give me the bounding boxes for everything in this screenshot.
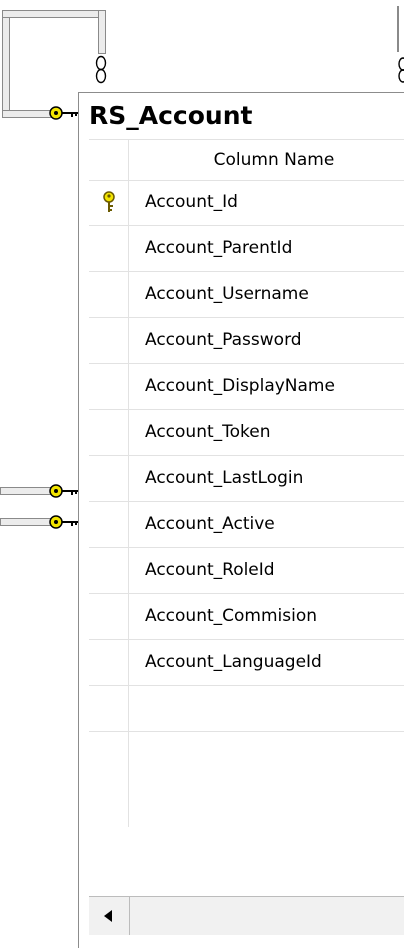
connector-segment [0, 518, 52, 526]
column-name-cell[interactable]: Account_Active [145, 502, 275, 547]
column-name-cell[interactable]: Account_DisplayName [145, 364, 335, 409]
column-name-cell[interactable]: Account_LastLogin [145, 456, 303, 501]
table-row[interactable]: Account_ParentId [89, 226, 404, 272]
table-row[interactable]: Account_DisplayName [89, 364, 404, 410]
row-selector[interactable] [89, 548, 129, 593]
connector-segment [0, 487, 52, 495]
connector-segment [2, 110, 52, 118]
row-selector[interactable] [89, 364, 129, 409]
column-name-header[interactable]: Column Name [129, 140, 404, 180]
scroll-left-button[interactable] [89, 897, 130, 935]
table-row[interactable]: Account_RoleId [89, 548, 404, 594]
table-row[interactable]: Account_Active [89, 502, 404, 548]
row-selector[interactable] [89, 640, 129, 685]
row-selector[interactable] [89, 272, 129, 317]
column-name-cell[interactable]: Account_Password [145, 318, 302, 363]
horizontal-scrollbar[interactable] [89, 896, 404, 935]
column-header-row: Column Name [89, 139, 404, 181]
table-row[interactable]: Account_Id [89, 180, 404, 226]
row-selector[interactable] [89, 502, 129, 547]
table-row[interactable]: Account_Commision [89, 594, 404, 640]
column-list: Account_Id Account_ParentId Account_User… [89, 180, 404, 732]
table-row-empty[interactable] [89, 686, 404, 732]
row-selector[interactable] [89, 180, 129, 225]
table-row[interactable]: Account_Username [89, 272, 404, 318]
column-name-cell[interactable]: Account_Commision [145, 594, 317, 639]
arrow-left-icon [104, 910, 112, 922]
table-designer-rs-account[interactable]: RS_Account Column Name Account_Id Accoun… [78, 92, 404, 948]
row-selector[interactable] [89, 410, 129, 455]
table-row[interactable]: Account_LanguageId [89, 640, 404, 686]
row-selector[interactable] [89, 226, 129, 271]
table-row[interactable]: Account_Password [89, 318, 404, 364]
column-name-cell[interactable]: Account_ParentId [145, 226, 292, 271]
row-selector[interactable] [89, 686, 129, 731]
column-name-cell[interactable]: Account_Id [145, 180, 238, 225]
column-name-cell[interactable]: Account_LanguageId [145, 640, 322, 685]
table-row[interactable]: Account_Token [89, 410, 404, 456]
connector-segment [397, 6, 399, 52]
table-title[interactable]: RS_Account [89, 101, 252, 130]
row-selector[interactable] [89, 456, 129, 501]
connector-segment [98, 10, 106, 54]
table-row[interactable]: Account_LastLogin [89, 456, 404, 502]
connector-segment [2, 10, 10, 118]
row-selector[interactable] [89, 318, 129, 363]
primary-key-icon [103, 191, 115, 212]
infinity-icon [95, 55, 107, 84]
key-icon [49, 484, 78, 498]
key-icon [49, 106, 78, 120]
column-name-cell[interactable]: Account_Username [145, 272, 309, 317]
infinity-icon [398, 57, 404, 83]
key-icon [49, 515, 78, 529]
row-selector[interactable] [89, 594, 129, 639]
column-name-cell[interactable]: Account_RoleId [145, 548, 275, 593]
connector-segment [2, 10, 106, 18]
column-name-cell[interactable]: Account_Token [145, 410, 271, 455]
